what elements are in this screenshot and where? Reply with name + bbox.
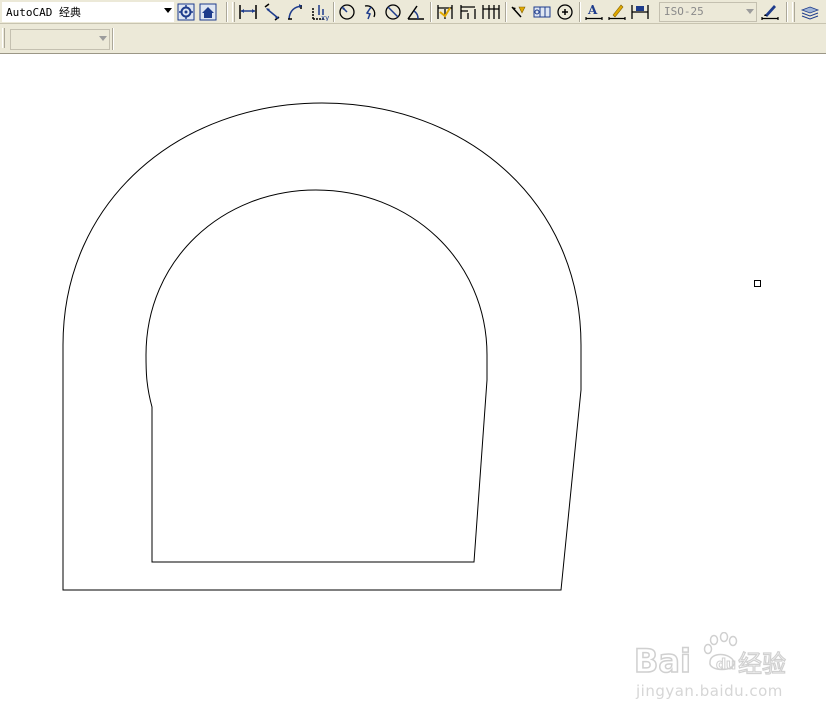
angular-dimension-button[interactable] [406,2,426,22]
my-workspace-icon [199,3,217,21]
dimension-edit-button[interactable]: A [584,2,604,22]
aligned-dimension-button[interactable] [262,2,282,22]
dimension-text-edit-button[interactable] [607,2,627,22]
angular-dimension-icon [407,5,424,20]
inner-tunnel-outline[interactable] [145,189,488,563]
workspace-combo[interactable]: AutoCAD 经典 [2,2,174,22]
quick-leader-button[interactable] [509,2,529,22]
toolbar-row-1: AutoCAD 经典 xy A ISO-25 [0,0,826,24]
quick-dimension-icon [437,5,453,19]
toolbar-grip[interactable] [232,2,235,22]
tolerance-button[interactable] [532,2,552,22]
center-mark-icon [557,4,573,20]
chevron-down-icon[interactable] [164,8,172,13]
toolbar-grip[interactable] [2,28,5,48]
dimension-style-button[interactable] [760,2,780,22]
layers-button[interactable] [800,2,820,22]
diameter-dimension-icon [385,4,401,20]
continue-dimension-button[interactable] [481,2,501,22]
diameter-dimension-button[interactable] [383,2,403,22]
radius-dimension-icon [339,4,355,20]
workspace-settings-icon [177,3,195,21]
dimension-style-value: ISO-25 [664,5,704,18]
dimension-update-button[interactable] [630,2,650,22]
workspace-settings-button[interactable] [176,2,196,22]
quick-dimension-button[interactable] [435,2,455,22]
autocad-window: AutoCAD 经典 xy A ISO-25 Bai du 经验 jingyan… [0,0,826,723]
ordinate-dimension-icon: xy [312,5,329,21]
outer-tunnel-outline[interactable] [62,102,582,591]
toolbar-row-2 [0,24,826,54]
dimension-edit-icon: A [585,3,603,20]
watermark-url: jingyan.baidu.com [636,682,783,700]
jogged-dimension-icon [364,5,376,20]
drawing-svg [62,102,582,591]
center-mark-button[interactable] [555,2,575,22]
dimension-text-edit-icon [608,4,626,20]
svg-text:经验: 经验 [738,650,786,678]
baseline-dimension-icon [460,5,476,19]
radius-dimension-button[interactable] [337,2,357,22]
toolbar-separator [579,2,581,22]
arc-length-icon [288,4,303,20]
toolbar-grip[interactable] [792,2,795,22]
drawing-canvas[interactable] [0,54,826,723]
toolbar-separator [226,2,228,22]
continue-dimension-icon [482,5,500,19]
chevron-down-icon[interactable] [746,9,754,14]
baidu-paw-logo-icon: Bai du 经验 [633,632,787,681]
my-workspace-button[interactable] [198,2,218,22]
chevron-down-icon[interactable] [99,36,107,41]
svg-text:Bai: Bai [634,642,691,680]
secondary-combo[interactable] [10,29,110,50]
linear-dimension-icon [239,5,257,19]
toolbar-separator [786,2,788,22]
toolbar-separator [333,2,335,22]
svg-text:xy: xy [321,14,329,21]
dimension-update-icon [631,5,649,19]
toolbar-separator [430,2,432,22]
tolerance-icon [533,6,551,18]
linear-dimension-button[interactable] [238,2,258,22]
ordinate-dimension-button[interactable]: xy [309,2,329,22]
jogged-dimension-button[interactable] [360,2,380,22]
workspace-combo-value: AutoCAD 经典 [6,6,81,19]
layers-icon [800,6,820,20]
quick-leader-icon [511,6,526,18]
baseline-dimension-button[interactable] [458,2,478,22]
arc-length-button[interactable] [286,2,306,22]
aligned-dimension-icon [264,3,280,21]
toolbar-separator [112,28,114,50]
dimension-style-combo[interactable]: ISO-25 [659,2,757,22]
svg-text:du: du [716,657,736,673]
crosshair-pickbox [754,280,761,287]
baidu-jingyan-watermark: Bai du 经验 jingyan.baidu.com [630,632,790,712]
dimension-style-icon [761,5,779,20]
toolbar-separator [505,2,507,22]
svg-text:A: A [587,3,598,17]
